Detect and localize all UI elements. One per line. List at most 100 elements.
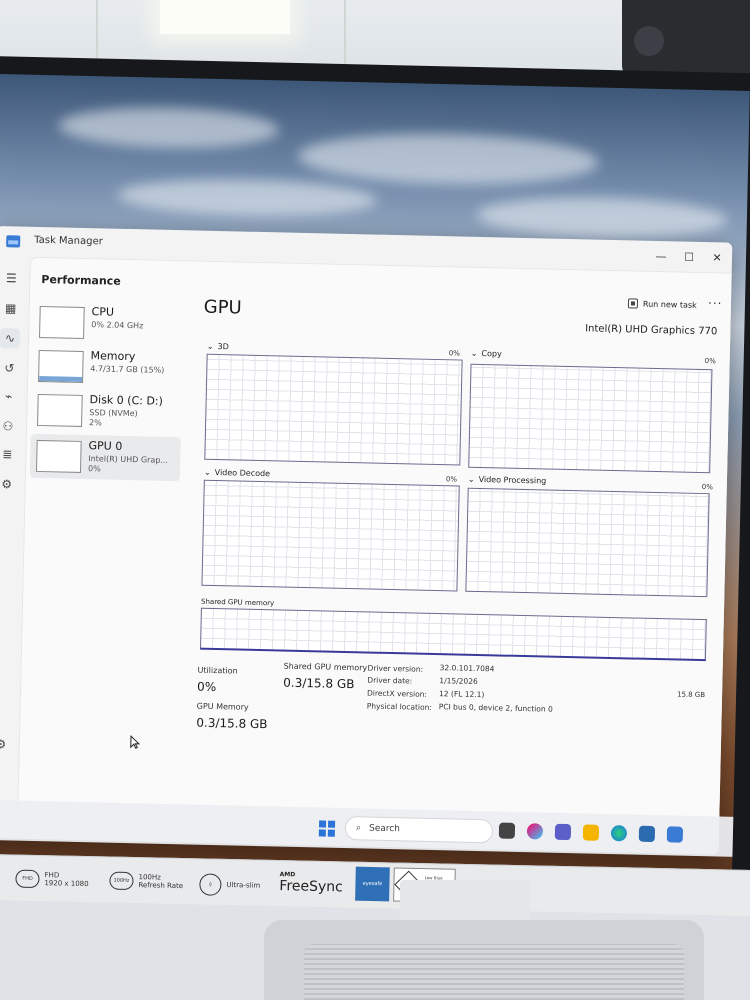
memory-fill xyxy=(39,375,83,382)
driver-version-value: 32.0.101.7084 xyxy=(439,663,495,674)
task-view-icon[interactable] xyxy=(498,822,516,839)
memory-thumbnail xyxy=(38,349,84,383)
directx-version-key: DirectX version: xyxy=(366,688,428,699)
search-icon: ⌕ xyxy=(355,823,362,834)
engine-3d-label[interactable]: ⌄ 3D xyxy=(207,342,229,351)
physical-location-key: Physical location: xyxy=(366,701,433,712)
more-options-button[interactable]: ··· xyxy=(708,296,723,310)
file-explorer-icon[interactable] xyxy=(582,824,600,841)
chevron-down-icon: ⌄ xyxy=(470,348,478,358)
hamburger-icon[interactable]: ☰ xyxy=(1,268,21,288)
task-manager-window: Task Manager — ☐ ✕ ☰ ▦ ∿ ↺ ⌁ ⚇ ≣ ⚙ ⚙ Per… xyxy=(0,225,733,855)
gpu-thumbnail xyxy=(35,439,82,473)
task-manager-taskbar-icon[interactable] xyxy=(666,826,684,843)
run-new-task-label: Run new task xyxy=(642,299,697,310)
physical-location-value: PCI bus 0, device 2, function 0 xyxy=(438,702,553,714)
ultra-slim-text: Ultra-slim xyxy=(226,880,261,890)
teams-icon[interactable] xyxy=(554,823,572,841)
directx-version-value: 12 (FL 12.1) xyxy=(438,689,485,700)
engine-video-processing-label[interactable]: ⌄ Video Processing xyxy=(468,475,547,486)
shared-memory-label: Shared GPU memory xyxy=(200,597,275,608)
chevron-down-icon: ⌄ xyxy=(467,474,475,484)
performance-icon[interactable]: ∿ xyxy=(0,328,21,349)
device-detail: SSD (NVMe) xyxy=(89,408,138,419)
gpu-memory-label: GPU Memory xyxy=(196,701,249,712)
copilot-icon[interactable] xyxy=(526,823,544,840)
engine-name: Copy xyxy=(481,348,502,359)
run-task-icon xyxy=(627,298,639,309)
task-manager-logo-icon xyxy=(6,235,21,248)
shared-memory-max: 15.8 GB xyxy=(676,690,706,700)
services-icon[interactable]: ⚙ xyxy=(0,474,17,494)
store-icon[interactable] xyxy=(638,825,656,843)
device-detail: 0% 2.04 GHz xyxy=(91,320,144,331)
chevron-down-icon: ⌄ xyxy=(203,467,211,477)
device-name: GPU 0 xyxy=(88,439,123,453)
feature-fhd: FHD FHD 1920 x 1080 xyxy=(15,869,89,890)
performance-panel: Performance Run new task ··· CPU 0% 2.04… xyxy=(16,256,732,855)
driver-date-key: Driver date: xyxy=(367,675,413,686)
fhd-icon: FHD xyxy=(15,869,40,889)
shared-gpu-memory-value: 0.3/15.8 GB xyxy=(283,675,355,692)
device-detail: Intel(R) UHD Grap... xyxy=(88,454,169,465)
cpu-thumbnail xyxy=(39,305,85,339)
ceiling-light xyxy=(160,0,290,34)
device-item-memory[interactable]: Memory 4.7/31.7 GB (15%) xyxy=(32,344,183,391)
resolution-text: 1920 x 1080 xyxy=(44,879,89,889)
device-usage: 0% xyxy=(87,464,101,474)
section-title: Performance xyxy=(41,272,121,288)
device-item-gpu[interactable]: GPU 0 Intel(R) UHD Grap... 0% xyxy=(29,433,181,482)
engine-name: 3D xyxy=(217,342,229,352)
gpu-memory-value: 0.3/15.8 GB xyxy=(196,715,268,732)
screen: Task Manager — ☐ ✕ ☰ ▦ ∿ ↺ ⌁ ⚇ ≣ ⚙ ⚙ Per… xyxy=(0,74,750,871)
windows-start-icon[interactable] xyxy=(318,820,336,837)
eyesafe-badge: eyesafe xyxy=(355,866,390,902)
search-placeholder: Search xyxy=(368,823,401,835)
device-name: Disk 0 (C: D:) xyxy=(89,393,164,408)
monitor-base xyxy=(264,920,704,1000)
refresh-rate-text: Refresh Rate xyxy=(138,881,184,891)
driver-date-value: 1/15/2026 xyxy=(439,676,478,686)
device-name: CPU xyxy=(91,305,115,319)
engine-copy-graph xyxy=(468,363,713,474)
run-new-task-button[interactable]: Run new task xyxy=(627,298,697,310)
driver-version-key: Driver version: xyxy=(367,663,424,674)
engine-copy-label[interactable]: ⌄ Copy xyxy=(471,349,502,359)
disk-thumbnail xyxy=(37,393,83,427)
device-item-disk[interactable]: Disk 0 (C: D:) SSD (NVMe) 2% xyxy=(31,388,182,435)
engine-name: Video Processing xyxy=(478,474,547,486)
details-icon[interactable]: ≣ xyxy=(0,444,18,464)
shared-gpu-memory-label: Shared GPU memory xyxy=(283,661,368,673)
engine-video-decode-label[interactable]: ⌄ Video Decode xyxy=(204,468,270,478)
minimize-button[interactable]: — xyxy=(646,245,676,268)
device-detail: 4.7/31.7 GB (15%) xyxy=(90,364,165,375)
gpu-model: Intel(R) UHD Graphics 770 xyxy=(585,323,718,338)
engine-video-decode-graph xyxy=(201,479,460,592)
settings-icon[interactable]: ⚙ xyxy=(0,734,11,754)
projector xyxy=(622,0,750,76)
engine-copy-pct: 0% xyxy=(704,357,716,366)
processes-icon[interactable]: ▦ xyxy=(0,298,20,318)
engine-3d-pct: 0% xyxy=(448,349,460,358)
engine-video-processing-pct: 0% xyxy=(701,483,714,492)
users-icon[interactable]: ⚇ xyxy=(0,416,18,436)
close-button[interactable]: ✕ xyxy=(702,246,732,269)
feature-refresh: 100Hz 100Hz Refresh Rate xyxy=(109,871,184,892)
utilization-label: Utilization xyxy=(197,665,238,676)
device-item-cpu[interactable]: CPU 0% 2.04 GHz xyxy=(33,300,184,347)
amd-freesync-logo: AMD FreeSync xyxy=(279,871,343,895)
startup-icon[interactable]: ⌁ xyxy=(0,386,19,406)
freesync-text: FreeSync xyxy=(279,878,343,896)
shared-memory-graph xyxy=(199,607,707,662)
engine-video-decode-pct: 0% xyxy=(445,475,458,484)
ultra-slim-icon: ⟠ xyxy=(199,873,222,896)
edge-icon[interactable] xyxy=(610,825,628,842)
maximize-button[interactable]: ☐ xyxy=(674,245,704,268)
app-history-icon[interactable]: ↺ xyxy=(0,358,20,378)
feature-slim: ⟠ Ultra-slim xyxy=(199,873,260,896)
taskbar-search[interactable]: ⌕ Search xyxy=(344,816,494,844)
device-usage: 2% xyxy=(89,418,102,428)
engine-name: Video Decode xyxy=(214,467,271,479)
engine-3d-graph xyxy=(204,353,463,466)
device-name: Memory xyxy=(90,349,136,364)
